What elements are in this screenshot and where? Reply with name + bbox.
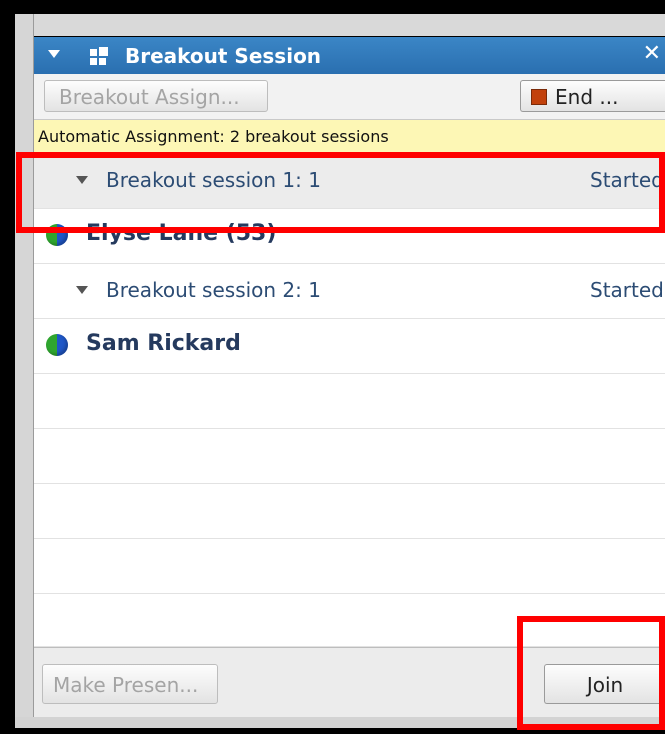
end-button-label: End ... [555, 85, 619, 109]
highlight-box-session-1 [16, 152, 665, 233]
empty-row [34, 429, 665, 484]
empty-row [34, 374, 665, 429]
collapse-triangle-icon[interactable] [48, 50, 60, 58]
panel-toolbar: Breakout Assign... End ... [34, 74, 665, 120]
session-row-2[interactable]: Breakout session 2: 1 Started [34, 264, 665, 319]
session-label: Breakout session 2: 1 [106, 278, 321, 302]
close-icon[interactable]: ✕ [643, 41, 661, 66]
panel-title-bar: Breakout Session ✕ [34, 37, 665, 74]
stop-icon [531, 89, 547, 105]
window-frame-top [15, 14, 665, 36]
window-frame-left [15, 14, 34, 728]
assignment-banner: Automatic Assignment: 2 breakout session… [34, 120, 665, 153]
highlight-box-join [517, 616, 665, 730]
empty-row [34, 484, 665, 539]
participant-row-2[interactable]: Sam Rickard [34, 319, 665, 374]
panel-title: Breakout Session [125, 44, 322, 68]
make-presenter-button[interactable]: Make Presen... [42, 664, 218, 704]
globe-status-icon [46, 334, 68, 356]
empty-row [34, 539, 665, 594]
breakout-grid-icon [90, 47, 108, 65]
end-breakout-button[interactable]: End ... [520, 80, 665, 112]
breakout-session-panel: Breakout Session ✕ Breakout Assign... En… [34, 37, 665, 717]
session-status: Started [590, 278, 664, 302]
expand-triangle-icon[interactable] [76, 286, 88, 294]
breakout-assign-button[interactable]: Breakout Assign... [44, 80, 268, 112]
participant-name: Sam Rickard [86, 331, 241, 356]
